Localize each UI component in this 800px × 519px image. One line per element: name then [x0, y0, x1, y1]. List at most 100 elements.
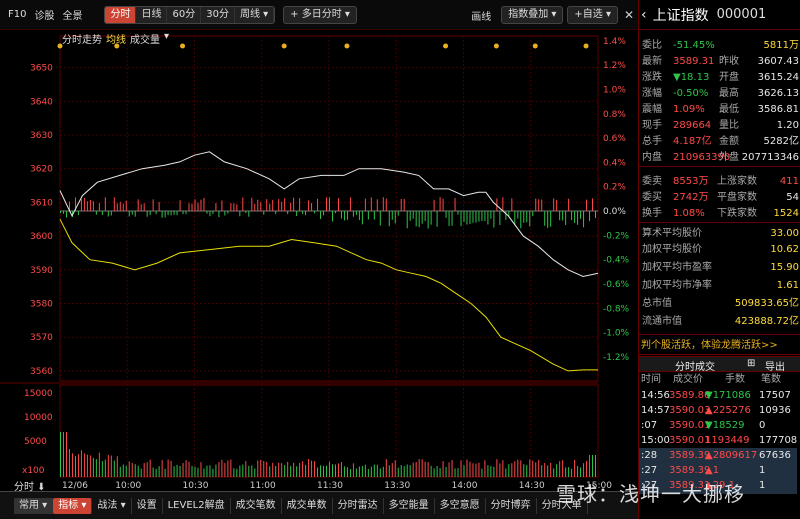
y-right-label: 0.0% — [603, 207, 626, 217]
flow-bar — [394, 211, 396, 224]
strategy-menu[interactable]: 战法 ▾ — [92, 497, 132, 514]
volume-bar — [535, 462, 537, 477]
bottom-toolbar: 常用 ▾ 指标 ▾ 战法 ▾ 设置 LEVEL2解盘 成交笔数 成交单数 分时雷… — [0, 491, 638, 519]
trade-cell: 14:56 — [641, 390, 670, 401]
common-menu[interactable]: 常用 ▾ — [14, 497, 54, 514]
volume-bar — [272, 462, 274, 477]
trade-count-button[interactable]: 成交笔数 — [231, 497, 282, 514]
grid-icon[interactable]: ⊞ — [747, 358, 755, 369]
volume-bar — [254, 468, 256, 477]
flow-bar — [104, 197, 106, 212]
volume-bar — [116, 456, 118, 477]
quote-value-right: 3586.81 — [757, 104, 799, 115]
export-button[interactable]: 导出 — [765, 358, 785, 373]
flow-bar — [520, 211, 522, 229]
flow-bar — [254, 203, 256, 212]
flow-bar — [125, 200, 127, 212]
volume-bar — [161, 460, 163, 477]
volume-bar — [334, 464, 336, 477]
flow-bar — [308, 200, 310, 212]
col-time: 时间 — [641, 374, 661, 385]
flow-bar — [227, 211, 229, 214]
quote-row: 总市值 509833.65亿 — [639, 296, 800, 312]
quote-value-right: 3607.43 — [757, 56, 799, 67]
volume-bar — [433, 468, 435, 477]
volume-bar — [457, 468, 459, 477]
tab-trades[interactable]: 分时成交 — [675, 358, 715, 373]
quote-label: 最新 — [642, 56, 662, 67]
flow-bar — [517, 211, 519, 219]
quote-label-right: 最高 — [719, 88, 739, 99]
indicator-menu[interactable]: 指标 ▾ — [53, 497, 93, 514]
quote-value-right: 1524 — [773, 208, 799, 219]
quote-row: 加权平均市盈率 15.90 — [639, 260, 800, 276]
energy-button[interactable]: 多空能量 — [384, 497, 435, 514]
game-button[interactable]: 分时博弈 — [486, 497, 537, 514]
trade-cell: 1 — [759, 465, 766, 476]
flow-bar — [412, 211, 414, 219]
y-left-label: 3580 — [30, 299, 53, 309]
trade-cell: 1193449 — [705, 435, 750, 446]
event-marker — [180, 43, 186, 49]
flow-bar — [245, 211, 247, 214]
quote-row: 加权平均市净率 1.61 — [639, 278, 800, 294]
volume-bar — [484, 460, 486, 477]
volume-bar — [358, 466, 360, 477]
flow-bar — [137, 199, 139, 212]
flow-bar — [62, 211, 64, 214]
trade-row: 14:56 3589.86 ▼171086 17507 — [639, 388, 797, 404]
x-tick-label: 14:30 — [519, 481, 545, 491]
y-right-label: -1.2% — [603, 353, 630, 363]
willing-button[interactable]: 多空意愿 — [435, 497, 486, 514]
volume-bar — [98, 452, 100, 477]
quote-label: 算术平均股价 — [642, 228, 702, 239]
volume-bar — [71, 453, 73, 477]
radar-button[interactable]: 分时雷达 — [333, 497, 384, 514]
quote-row: 最新 3589.31 昨收 3607.43 — [639, 54, 800, 70]
y-left-label: 3560 — [30, 367, 53, 377]
promo-link[interactable]: 判个股活跃，体验龙腾活跃>> — [641, 336, 778, 351]
y-right-label: 0.4% — [603, 158, 626, 168]
volume-bar — [388, 465, 390, 477]
x-tick-label: 14:00 — [452, 481, 478, 491]
volume-bar — [505, 468, 507, 477]
volume-bar — [565, 467, 567, 477]
legend-volume[interactable]: 成交量 — [130, 31, 160, 46]
volume-bar — [487, 465, 489, 477]
flow-bar — [400, 199, 402, 212]
volume-bar — [149, 459, 151, 477]
event-marker — [532, 43, 538, 49]
flow-bar — [343, 211, 345, 221]
legend-dropdown-icon[interactable]: ▾ — [164, 31, 169, 46]
flow-bar — [565, 211, 567, 225]
flow-bar — [544, 211, 546, 226]
volume-bar — [370, 466, 372, 477]
volume-bar — [128, 461, 130, 477]
volume-bar — [547, 465, 549, 477]
flow-bar — [278, 199, 280, 212]
flow-bar — [290, 202, 292, 212]
y-right-label: -0.4% — [603, 256, 630, 266]
flow-bar — [379, 211, 381, 226]
flow-bar — [287, 211, 289, 215]
flow-bar — [212, 211, 214, 214]
back-icon[interactable]: ‹ — [641, 7, 647, 23]
flow-bar — [215, 203, 217, 212]
volume-bar — [170, 460, 172, 477]
volume-bar — [164, 468, 166, 477]
settings-button[interactable]: 设置 — [132, 497, 163, 514]
quote-value: 2742万 — [673, 192, 709, 203]
level2-button[interactable]: LEVEL2解盘 — [163, 497, 231, 514]
volume-bar — [134, 464, 136, 477]
volume-bar — [326, 465, 328, 477]
flow-bar — [77, 211, 79, 216]
volume-bar — [122, 464, 124, 477]
flow-bar — [173, 211, 175, 215]
y-left-label: 3590 — [30, 266, 53, 276]
intraday-chart[interactable]: 3650 3640 3630 3620 3610 3600 3590 3580 3570 3560… — [0, 0, 638, 491]
x-tick-label: 10:00 — [115, 481, 141, 491]
flow-bar — [167, 211, 169, 216]
volume-bar — [439, 468, 441, 477]
order-count-button[interactable]: 成交单数 — [282, 497, 333, 514]
quote-row: 委比 -51.45% 5811万 — [639, 38, 800, 54]
